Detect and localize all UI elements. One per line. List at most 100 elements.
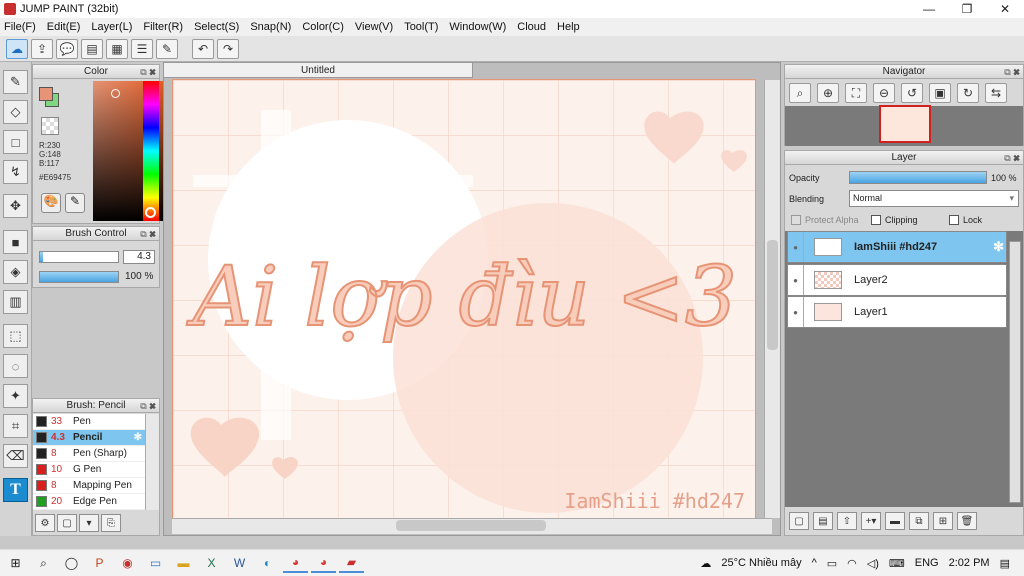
hue-slider[interactable] [143,81,159,221]
menu-filter[interactable]: Filter(R) [143,21,183,33]
gear-icon[interactable]: ✻ [993,239,1004,255]
share-icon[interactable]: ⇪ [31,38,53,59]
visibility-icon[interactable]: ● [788,265,804,295]
edit-list-icon[interactable]: ✎ [156,38,178,59]
gear-icon[interactable]: ✻ [134,432,142,443]
rotate-right-icon[interactable]: ↻ [957,83,979,103]
menu-color[interactable]: Color(C) [302,21,344,33]
cloud-icon[interactable]: ☁ [6,38,28,59]
monitor-icon[interactable]: ▭ [143,553,168,573]
saturation-value-picker[interactable] [93,81,173,221]
chrome-icon[interactable]: ◕ [283,553,308,573]
eraser-tool-icon[interactable]: ◇ [3,100,28,124]
folder-icon[interactable]: ▬ [885,512,905,530]
weather-icon[interactable]: ☁ [700,557,711,570]
move-tool-icon[interactable]: ✥ [3,194,28,218]
new-raster-layer-icon[interactable]: ▤ [813,512,833,530]
shape-tool-icon[interactable]: □ [3,130,28,154]
lock-checkbox[interactable] [949,215,959,225]
duplicate-layer-icon[interactable]: ⧉ [909,512,929,530]
foreground-color-swatch[interactable] [39,87,53,101]
menu-view[interactable]: View(V) [355,21,393,33]
panel-close-icon[interactable]: ⧉ ✖ [140,400,156,413]
menu-help[interactable]: Help [557,21,580,33]
notification-icon[interactable]: ▤ [1000,557,1010,570]
merge-layer-icon[interactable]: ⊞ [933,512,953,530]
file-explorer-icon[interactable]: ▬ [171,553,196,573]
lasso-tool-icon[interactable]: ◌ [3,354,28,378]
brush-copy-icon[interactable]: ⎘ [101,514,121,532]
layer-row[interactable]: ● Layer1 [787,296,1007,328]
horizontal-scroll-thumb[interactable] [396,520,546,531]
panel-close-icon[interactable]: ⧉ ✖ [140,66,156,79]
brush-menu-icon[interactable]: ▾ [79,514,99,532]
bucket-tool-icon[interactable]: ◈ [3,260,28,284]
zoom-in-icon[interactable]: ⊕ [817,83,839,103]
panel-close-icon[interactable]: ⧉ ✖ [140,228,156,241]
comment-icon[interactable]: 💬 [56,38,78,59]
trash-icon[interactable]: 🗑 [957,512,977,530]
palette-edit-icon[interactable]: ✎ [65,193,85,213]
brush-size-value[interactable]: 4.3 [123,250,155,264]
new-layer-icon[interactable]: ▢ [789,512,809,530]
weather-text[interactable]: 25°C Nhiều mây [721,557,801,569]
menu-layer[interactable]: Layer(L) [91,21,132,33]
select-rect-tool-icon[interactable]: ⬚ [3,324,28,348]
panel-close-icon[interactable]: ⧉ ✖ [1004,66,1020,79]
transparent-color-swatch[interactable] [41,117,59,135]
brush-item[interactable]: 4.3 Pencil ✻ [33,430,145,446]
reset-view-icon[interactable]: ▣ [929,83,951,103]
flip-icon[interactable]: ⇆ [985,83,1007,103]
protect-alpha-checkbox[interactable] [791,215,801,225]
fill-rect-tool-icon[interactable]: ■ [3,230,28,254]
menu-edit[interactable]: Edit(E) [47,21,81,33]
close-button[interactable]: ✕ [986,0,1024,18]
layer-row[interactable]: ● IamShiii #hd247 ✻ [787,231,1007,263]
network-icon[interactable]: ◠ [847,557,857,570]
brush-settings-icon[interactable]: ⚙ [35,514,55,532]
select-pen-tool-icon[interactable]: ⌗ [3,414,28,438]
language-indicator[interactable]: ENG [915,557,939,569]
minimize-button[interactable]: — [910,0,948,18]
clock[interactable]: 2:02 PM [949,557,990,569]
app-swirl-icon[interactable]: ◉ [115,553,140,573]
brush-opacity-slider[interactable] [39,271,119,283]
jump-paint-icon[interactable]: ▰ [339,553,364,573]
menu-window[interactable]: Window(W) [449,21,506,33]
menu-snap[interactable]: Snap(N) [250,21,291,33]
search-icon[interactable]: ⌕ [31,553,56,573]
layer-row[interactable]: ● Layer2 [787,264,1007,296]
list-icon[interactable]: ☰ [131,38,153,59]
undo-icon[interactable]: ↶ [192,38,214,59]
select-eraser-tool-icon[interactable]: ⌫ [3,444,28,468]
brush-item[interactable]: 33 Pen [33,414,145,430]
menu-file[interactable]: File(F) [4,21,36,33]
excel-icon[interactable]: X [199,553,224,573]
zoom-icon[interactable]: ⌕ [789,83,811,103]
windows-start-icon[interactable]: ⊞ [3,553,28,573]
redo-icon[interactable]: ↷ [217,38,239,59]
maximize-button[interactable]: ❐ [948,0,986,18]
gradient-tool-icon[interactable]: ▥ [3,290,28,314]
hue-cursor[interactable] [145,207,156,218]
new-brush-icon[interactable]: ▢ [57,514,77,532]
palette-icon[interactable]: 🎨 [41,193,61,213]
brush-tool-icon[interactable]: ✎ [3,70,28,94]
chevron-up-icon[interactable]: ^ [812,557,817,569]
brush-item[interactable]: 8 Mapping Pen [33,478,145,494]
menu-select[interactable]: Select(S) [194,21,239,33]
panel-close-icon[interactable]: ⧉ ✖ [1004,152,1020,165]
canvas[interactable]: Ai lợp đìu <3 IamShiii #hd247 [172,79,756,519]
visibility-icon[interactable]: ● [788,297,804,327]
zoom-out-icon[interactable]: ⊖ [873,83,895,103]
edge-icon[interactable]: ◐ [255,553,280,573]
brush-list-scrollbar[interactable] [145,414,159,510]
fit-screen-icon[interactable]: ⛶ [845,83,867,103]
rotate-left-icon[interactable]: ↺ [901,83,923,103]
document-icon[interactable]: ▦ [106,38,128,59]
import-layer-icon[interactable]: ⇧ [837,512,857,530]
message-icon[interactable]: ▤ [81,38,103,59]
menu-tool[interactable]: Tool(T) [404,21,438,33]
chrome-profile-icon[interactable]: ◕ [311,553,336,573]
blur-tool-icon[interactable]: ↯ [3,160,28,184]
